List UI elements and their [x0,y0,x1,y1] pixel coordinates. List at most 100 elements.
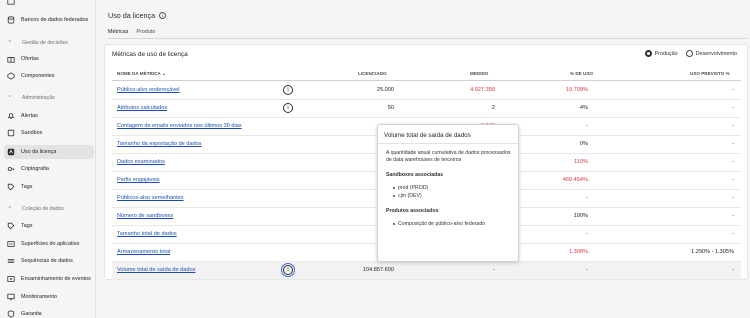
sidebar-item-federated-databases[interactable]: Bancos de dados federados [4,13,94,27]
section-label: Gestão de decisões [22,40,68,46]
info-icon[interactable]: i [283,103,293,113]
column-header-name[interactable]: NOME DA MÉTRICA ⌄ [117,71,166,77]
sidebar-item-components[interactable]: Componentes [4,69,94,83]
table-row: Atributos calculados i 50 2 4% - [112,100,741,118]
metric-name-link[interactable]: Número de sandboxes [117,213,173,219]
tag-icon [6,222,15,231]
popover-products-list: Composição de público-alvo federado [384,220,512,228]
key-icon [6,165,15,174]
metric-name-link[interactable]: Públicos-alvo semelhantes [117,195,184,201]
sidebar-item-label: Sequências de dados [21,258,73,264]
usage-pct-value: 100% [573,213,588,219]
sidebar-item-label: Alertas [21,113,38,119]
grid-icon [6,0,15,6]
sandbox-icon [6,129,15,138]
metric-name-link[interactable]: Perfis engajáveis [117,177,160,183]
column-header-forecast: USO PREVISTO % [690,71,730,76]
sidebar-item-clipped[interactable] [4,0,94,8]
card-title: Métricas de uso de licença [112,51,188,58]
chevron-down-icon: ⌄ [161,71,167,77]
sidebar-item-tags-admin[interactable]: Tags [4,180,94,194]
sidebar-item-label: Uso da licença [21,149,57,155]
offer-icon [6,55,15,64]
metric-name-link[interactable]: Atributos calculados [117,105,167,111]
radio-development-label: Desenvolvimento [695,50,737,57]
radio-production-label: Produção [654,50,678,57]
forecast-value: - [732,195,734,201]
popover-products-heading: Produtos associados [386,208,439,215]
measured-value: - [493,267,495,273]
radio-production[interactable] [644,50,652,57]
sidebar-item-label: Ofertas [21,56,39,62]
sidebar-item-tags-data[interactable]: Tags [4,219,94,233]
metric-name-link[interactable]: Tamanho total de dados [117,231,177,237]
usage-pct-value: 110% [574,159,588,165]
database-icon [6,16,15,25]
popover-sandboxes-list: prod (PROD) cjm (DEV) [384,184,512,200]
usage-pct-value: 1.308% [569,249,588,255]
metric-name-link[interactable]: Volume total de saída de dados [117,267,195,273]
forward-icon [6,275,15,284]
licensed-value: 25.000 [376,87,394,93]
sidebar-item-app-surfaces[interactable]: Superfícies do aplicativo [4,237,94,251]
measured-value: 2 [491,105,495,111]
monitor-icon [6,293,15,302]
sidebar-item-label: Bancos de dados federados [21,17,89,23]
section-admin[interactable]: › Administração [6,93,94,103]
licensed-value: 50 [387,105,394,111]
forecast-value: - [732,231,734,237]
usage-pct-value: 0% [579,141,588,147]
sidebar: Bancos de dados federados › Gestão de de… [0,0,96,318]
sidebar-item-offers[interactable]: Ofertas [4,52,94,66]
sidebar-item-sandbox[interactable]: Sandbox [4,126,94,140]
sidebar-item-encryption[interactable]: Criptografia [4,162,94,176]
forecast-value: - [732,213,734,219]
section-decisions[interactable]: › Gestão de decisões [6,38,94,48]
metric-name-link[interactable]: Contagem de emails enviados nos últimos … [117,123,242,129]
tag-icon [6,183,15,192]
metric-name-link[interactable]: Público-alvo endereçável [117,87,180,93]
page-title-text: Uso da licença [108,11,156,20]
list-item: Composição de público-alvo federado [393,220,512,228]
info-icon[interactable]: i [159,12,167,19]
bell-icon [6,112,15,121]
popover-divider [378,143,518,144]
info-icon[interactable]: i [283,85,293,95]
app-surface-icon [6,240,15,249]
section-data-collection[interactable]: › Coleção de dados [6,204,94,214]
sidebar-item-label: Tags [21,184,33,190]
column-header-pct: % DE USO [570,71,593,76]
list-item: cjm (DEV) [393,192,512,200]
licensed-value: 104.857.600 [362,267,394,273]
chevron-icon: › [6,40,12,42]
popover-title: Volume total de saída de dados [384,132,471,139]
forecast-value: 1.290% - 1.305% [691,249,734,255]
usage-pct-value: - [586,195,588,201]
usage-pct-value: - [586,123,588,129]
environment-radio-group: Produção Desenvolvimento [644,50,737,57]
table-row: Público-alvo endereçável i 25.000 4.927.358… [112,82,741,100]
sidebar-item-alerts[interactable]: Alertas [4,109,94,123]
forecast-value: - [732,267,734,273]
radio-development[interactable] [685,50,693,57]
metric-name-link[interactable]: Tamanho da exportação de dados [117,141,202,147]
components-icon [6,72,15,81]
sidebar-item-assurance[interactable]: Garantia [4,307,94,318]
sidebar-item-label: Garantia [21,311,42,317]
metric-name-link[interactable]: Armazenamento total [117,249,170,255]
datastream-icon [6,257,15,266]
sidebar-item-label: Monitoramento [21,294,57,300]
sidebar-item-label: Sandbox [21,130,43,136]
chevron-icon: › [6,95,12,97]
sidebar-item-monitoring[interactable]: Monitoramento [4,290,94,304]
metric-name-link[interactable]: Dados examinados [117,159,165,165]
info-icon[interactable]: i [280,262,296,278]
chevron-icon: › [6,206,12,208]
sidebar-item-license-usage[interactable]: Uso da licença [4,145,94,159]
popover-description: A quantidade anual cumulativa de dados p… [386,150,511,164]
sidebar-item-datastreams[interactable]: Sequências de dados [4,254,94,268]
column-header-licensed: LICENCIADO [358,71,387,76]
table-header: NOME DA MÉTRICA ⌄ LICENCIADO MEDIDO % DE… [112,68,741,81]
sidebar-item-label: Criptografia [21,166,49,172]
sidebar-item-event-forwarding[interactable]: Encaminhamento de eventos [4,272,94,286]
